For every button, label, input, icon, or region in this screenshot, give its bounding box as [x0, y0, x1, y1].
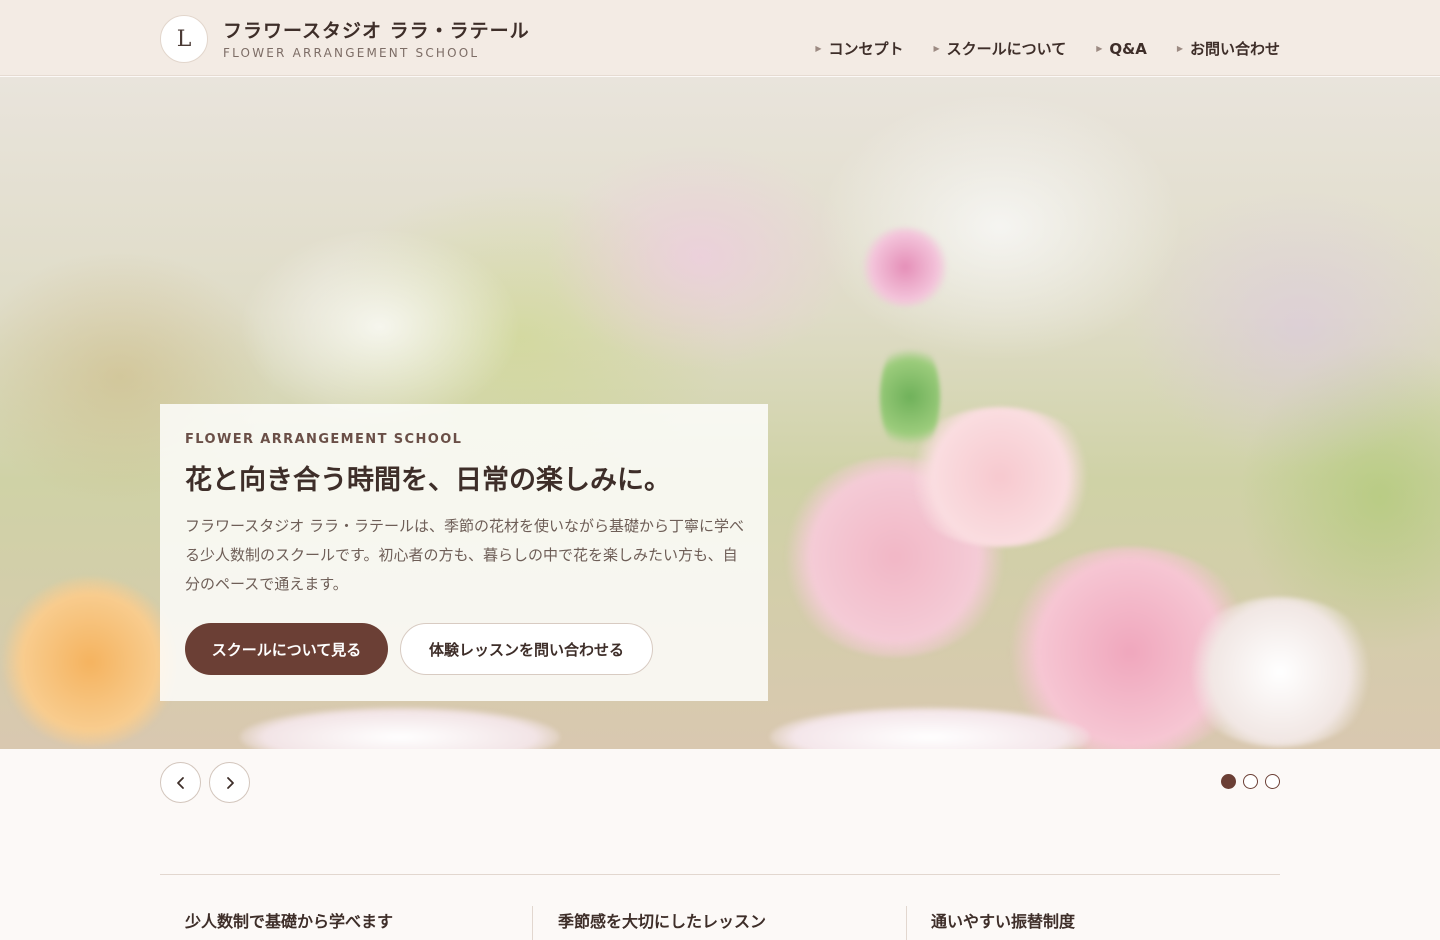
trial-lesson-inquiry-button[interactable]: 体験レッスンを問い合わせる [400, 623, 653, 675]
site-subtitle: FLOWER ARRANGEMENT SCHOOL [223, 46, 480, 60]
hero-slide-image: FLOWER ARRANGEMENT SCHOOL 花と向き合う時間を、日常の楽… [0, 77, 1440, 749]
hero-title: 花と向き合う時間を、日常の楽しみに。 [185, 465, 671, 496]
nav-label: Q&A [1109, 39, 1147, 58]
feature-separator [906, 906, 907, 940]
chevron-left-icon [176, 776, 184, 789]
logo-letter: L [176, 26, 192, 52]
nav-item-concept[interactable]: ▶ コンセプト [815, 38, 903, 59]
nav-label: お問い合わせ [1189, 40, 1280, 58]
triangle-right-icon: ▶ [1176, 44, 1183, 53]
site-header: L フラワースタジオ ララ・ラテール FLOWER ARRANGEMENT SC… [0, 0, 1440, 76]
slider-next-button[interactable] [209, 762, 250, 803]
slider-dot-2[interactable] [1243, 774, 1258, 789]
flower-image-decoration [860, 227, 950, 307]
triangle-right-icon: ▶ [815, 44, 822, 53]
slider-prev-button[interactable] [160, 762, 201, 803]
view-school-button[interactable]: スクールについて見る [185, 623, 388, 675]
section-divider [160, 874, 1280, 875]
triangle-right-icon: ▶ [933, 44, 940, 53]
feature-separator [532, 906, 533, 940]
feature-small-class: 少人数制で基礎から学べます [185, 912, 394, 931]
chevron-right-icon [226, 776, 234, 789]
nav-label: スクールについて [946, 40, 1067, 58]
feature-reschedule-system: 通いやすい振替制度 [931, 912, 1076, 931]
hero-description: フラワースタジオ ララ・ラテールは、季節の花材を使いながら基礎から丁寧に学べる少… [185, 517, 745, 593]
hero-card: FLOWER ARRANGEMENT SCHOOL 花と向き合う時間を、日常の楽… [160, 404, 768, 701]
slider-dot-1[interactable] [1221, 774, 1236, 789]
nav-item-qa[interactable]: ▶ Q&A [1096, 38, 1147, 59]
flower-image-decoration [880, 337, 940, 457]
nav-label: コンセプト [828, 40, 904, 58]
slider-pagination [1221, 774, 1280, 789]
triangle-right-icon: ▶ [1096, 44, 1103, 53]
nav-item-contact[interactable]: ▶ お問い合わせ [1177, 38, 1280, 59]
nav-item-school[interactable]: ▶ スクールについて [934, 38, 1067, 59]
flower-image-decoration [1180, 597, 1380, 747]
logo-mark[interactable]: L [160, 15, 208, 63]
feature-seasonal-lesson: 季節感を大切にしたレッスン [558, 912, 767, 931]
slider-dot-3[interactable] [1265, 774, 1280, 789]
flower-image-decoration [0, 577, 180, 747]
site-title[interactable]: フラワースタジオ ララ・ラテール [223, 16, 530, 43]
flower-image-decoration [240, 707, 560, 749]
hero-eyebrow: FLOWER ARRANGEMENT SCHOOL [185, 432, 463, 447]
main-nav: ▶ コンセプト ▶ スクールについて ▶ Q&A ▶ お問い合わせ [815, 38, 1280, 59]
